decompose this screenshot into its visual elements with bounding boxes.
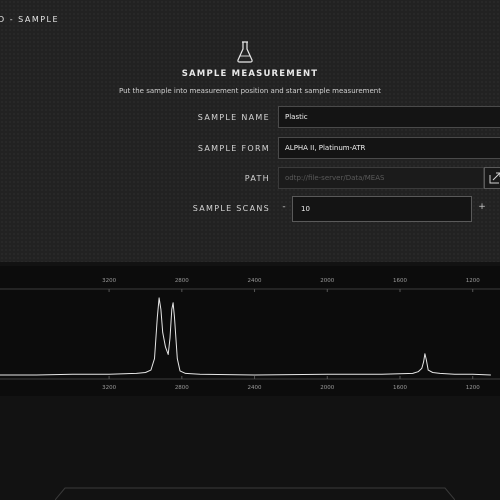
bottom-panel-frame [55,487,455,500]
bottom-tick-label-2400: 2400 [248,385,262,391]
top-tick-label-1600: 1600 [393,278,407,284]
scans-increment-button[interactable]: + [476,202,488,212]
sample-form-label: SAMPLE FORM [197,144,270,153]
bottom-tick-label-2000: 2000 [320,385,334,391]
section-title: SAMPLE MEASUREMENT [181,69,319,79]
bottom-tick-label-2800: 2800 [175,385,189,391]
flask-icon [237,41,253,63]
path-field: odtp://file-server/Data/MEAS [278,167,484,189]
spectrum-line-0 [0,297,491,376]
sample-scans-input[interactable]: 10 [292,196,472,222]
spectrum-chart: 3200 2800 2400 2000 1600 1200 3200 2800 2400 2000… [0,278,500,391]
bottom-tick-label-1200: 1200 [466,385,480,391]
breadcrumb: D - SAMPLE [0,15,60,24]
top-tick-label-3200: 3200 [102,278,116,284]
top-tick-label-1200: 1200 [466,278,480,284]
path-label: PATH [244,174,270,183]
bottom-tick-label-1600: 1600 [393,385,407,391]
sample-form-select[interactable]: ALPHA II, Platinum-ATR [278,137,500,159]
sample-name-label: SAMPLE NAME [197,113,270,122]
bottom-tick-label-3200: 3200 [102,385,116,391]
browse-path-button[interactable] [484,167,500,189]
top-tick-label-2000: 2000 [320,278,334,284]
sample-name-input[interactable]: Plastic [278,106,500,128]
scans-decrement-button[interactable]: - [278,202,290,212]
export-icon [489,172,500,184]
top-tick-label-2800: 2800 [175,278,189,284]
instruction-text: Put the sample into measurement position… [119,87,381,95]
top-tick-label-2400: 2400 [248,278,262,284]
sample-scans-label: SAMPLE SCANS [192,204,270,213]
